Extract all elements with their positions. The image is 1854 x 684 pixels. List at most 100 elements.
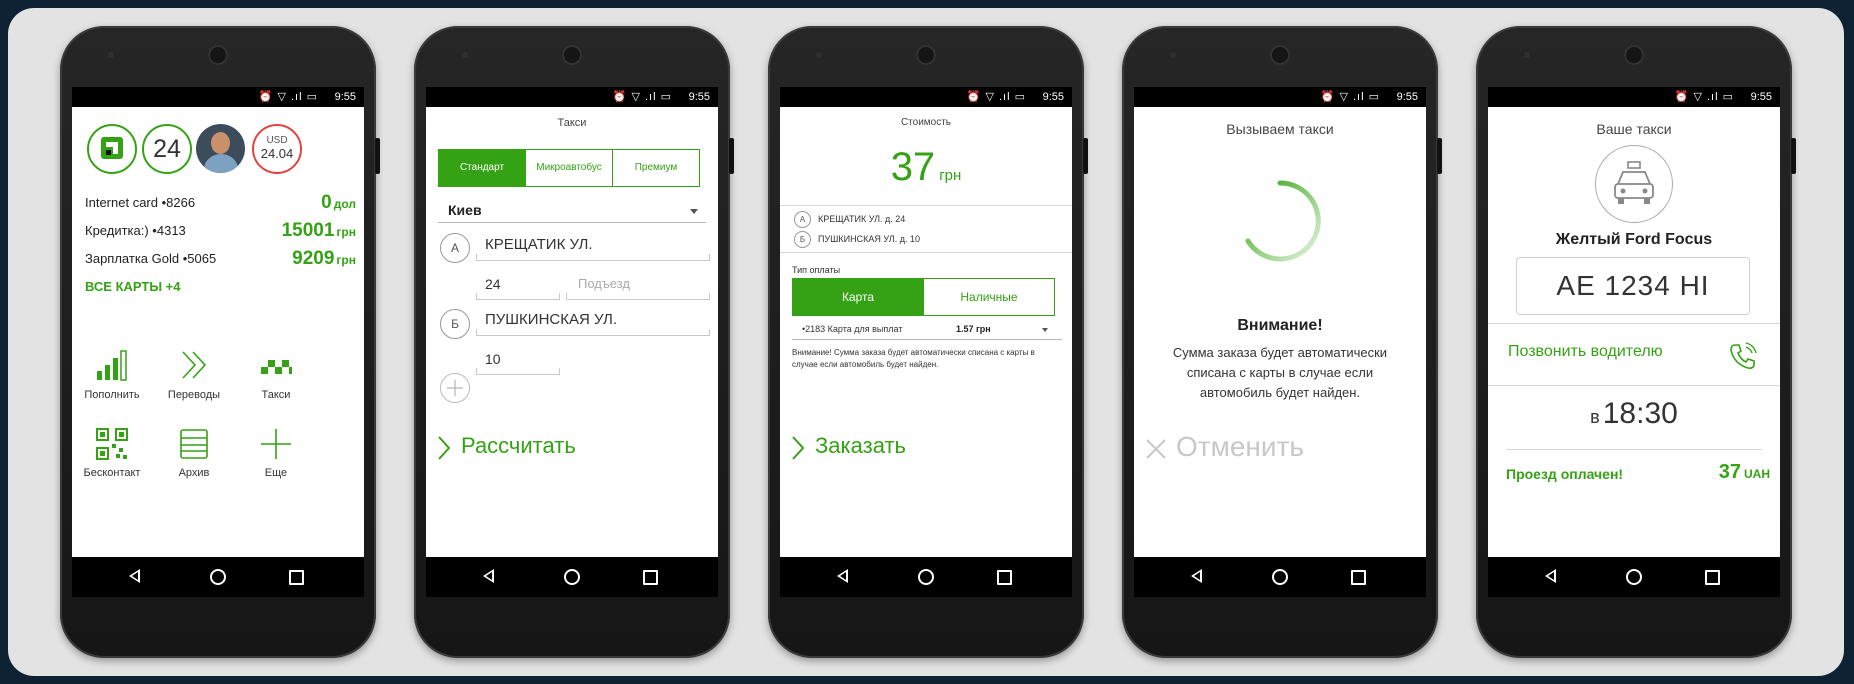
phone-sensor (816, 52, 822, 58)
action-more[interactable]: Еще (244, 427, 308, 483)
android-navbar (426, 557, 718, 597)
attention-title: Внимание! (1237, 317, 1323, 334)
android-navbar (780, 557, 1072, 597)
action-contactless[interactable]: Бесконтакт (80, 427, 144, 483)
phone-side-button (1437, 138, 1442, 174)
point-a-street[interactable]: КРЕЩАТИК УЛ. (485, 236, 593, 253)
point-b-marker: Б (440, 309, 470, 339)
status-icons: ⏰ ▽ .ıl ▭ (1674, 91, 1734, 103)
cancel-button[interactable]: Отменить (1144, 431, 1384, 467)
arrival-time: в 18:30 (1488, 397, 1780, 431)
tab-standard[interactable]: Стандарт (438, 149, 526, 187)
action-taxi[interactable]: Такси (244, 349, 308, 405)
recent-apps-icon[interactable] (643, 570, 658, 585)
price-display: 37 грн (780, 145, 1072, 190)
status-icons: ⏰ ▽ .ıl ▭ (258, 91, 318, 103)
recent-apps-icon[interactable] (1705, 570, 1720, 585)
phone-5: ⏰ ▽ .ıl ▭ 9:55 Ваше такси Желтый Ford Fo… (1476, 26, 1796, 658)
calculate-button[interactable]: Рассчитать (436, 431, 676, 463)
status-icons: ⏰ ▽ .ıl ▭ (1320, 91, 1380, 103)
point-a-marker: А (440, 233, 470, 263)
status-icons: ⏰ ▽ .ıl ▭ (966, 91, 1026, 103)
pay-cash-toggle[interactable]: Наличные (923, 278, 1055, 316)
divider (1488, 385, 1780, 386)
point-b-house[interactable]: 10 (485, 351, 501, 367)
divider (780, 252, 1072, 253)
home-icon[interactable] (1626, 569, 1642, 585)
time-prefix: в (1590, 407, 1600, 427)
call-driver-button[interactable]: Позвонить водителю (1488, 323, 1780, 385)
action-label: Пополнить (84, 389, 140, 401)
recent-apps-icon[interactable] (1351, 570, 1366, 585)
card-amount-value: 9209 (292, 248, 335, 269)
paid-amount: 37 UAH (1719, 461, 1770, 484)
plus-icon (261, 429, 291, 459)
home-icon[interactable] (210, 569, 226, 585)
calculate-label: Рассчитать (461, 433, 576, 458)
back-icon[interactable] (129, 569, 140, 583)
entrance-input[interactable]: Подъезд (578, 276, 630, 291)
order-button[interactable]: Заказать (790, 431, 1030, 463)
back-icon[interactable] (1545, 569, 1556, 583)
back-icon[interactable] (1191, 569, 1202, 583)
phone-speaker (208, 45, 228, 65)
pay-card-toggle[interactable]: Карта (792, 278, 924, 316)
phone-speaker (1270, 45, 1290, 65)
status-bar: ⏰ ▽ .ıl ▭ 9:55 (1134, 87, 1426, 107)
showcase-panel: ⏰ ▽ .ıl ▭ 9:55 24 USD 24.04 Internet car… (8, 8, 1844, 676)
phone-4: ⏰ ▽ .ıl ▭ 9:55 Вызываем такси Внимание! … (1122, 26, 1442, 658)
home-icon[interactable] (918, 569, 934, 585)
status-time: 9:55 (1750, 91, 1772, 103)
card-name-2[interactable]: Кредитка:) •4313 (85, 223, 186, 238)
screen-home: ⏰ ▽ .ıl ▭ 9:55 24 USD 24.04 Internet car… (72, 87, 364, 597)
card-amount-value: 0 (321, 192, 332, 213)
card-currency: грн (336, 253, 356, 267)
archive-tray-icon (180, 429, 208, 459)
attention-message: Сумма заказа будет автоматически списана… (1172, 345, 1388, 400)
home-icon[interactable] (564, 569, 580, 585)
card-amount-3: 9209 грн (292, 248, 356, 270)
point-a-house[interactable]: 24 (485, 276, 501, 292)
point-b-street[interactable]: ПУШКИНСКАЯ УЛ. (485, 311, 617, 328)
route-b: ПУШКИНСКАЯ УЛ. д. 10 (818, 234, 920, 244)
avatar-face (211, 132, 230, 154)
action-topup[interactable]: Пополнить (80, 349, 144, 405)
status-time: 9:55 (1396, 91, 1418, 103)
chevron-right-icon (792, 436, 805, 460)
recent-apps-icon[interactable] (289, 570, 304, 585)
action-archive[interactable]: Архив (162, 427, 226, 483)
home-icon[interactable] (1272, 569, 1288, 585)
screen-price: ⏰ ▽ .ıl ▭ 9:55 Стоимость 37 грн А КРЕЩАТИ… (780, 87, 1072, 597)
privatbank-logo-icon[interactable] (87, 124, 137, 174)
phone-sensor (462, 52, 468, 58)
screen-calling-taxi: ⏰ ▽ .ıl ▭ 9:55 Вызываем такси Внимание! … (1134, 87, 1426, 597)
all-cards-link[interactable]: ВСЕ КАРТЫ +4 (85, 279, 181, 294)
tab-minibus[interactable]: Микроавтобус (525, 149, 613, 187)
select-underline (792, 339, 1062, 340)
back-icon[interactable] (837, 569, 848, 583)
add-point-button[interactable] (440, 373, 470, 403)
amount-value: 37 (1718, 461, 1741, 483)
route-b-marker: Б (794, 231, 811, 248)
input-underline (476, 368, 560, 375)
tab-premium[interactable]: Премиум (612, 149, 700, 187)
card-amount-value: 15001 (281, 220, 335, 241)
action-transfers[interactable]: Переводы (162, 349, 226, 405)
badge-24[interactable]: 24 (142, 124, 192, 174)
card-select[interactable]: •2183 Карта для выплат (802, 324, 902, 334)
phone-3: ⏰ ▽ .ıl ▭ 9:55 Стоимость 37 грн А КРЕЩАТИ… (768, 26, 1088, 658)
back-icon[interactable] (483, 569, 494, 583)
city-select[interactable]: Киев (448, 202, 482, 218)
avatar-shirt (204, 154, 238, 173)
signal-bars-icon (97, 350, 127, 381)
warning-text: Внимание! Сумма заказа будет автоматичес… (792, 348, 1035, 369)
order-label: Заказать (815, 433, 906, 458)
card-name-1[interactable]: Internet card •8266 (85, 195, 195, 210)
usd-rate-badge[interactable]: USD 24.04 (252, 124, 302, 174)
card-name-3[interactable]: Зарплатка Gold •5065 (85, 251, 216, 266)
avatar[interactable] (196, 124, 245, 173)
paid-status: Проезд оплачен! (1506, 466, 1624, 482)
price-currency: грн (939, 167, 962, 184)
status-icons: ⏰ ▽ .ıl ▭ (612, 91, 672, 103)
recent-apps-icon[interactable] (997, 570, 1012, 585)
